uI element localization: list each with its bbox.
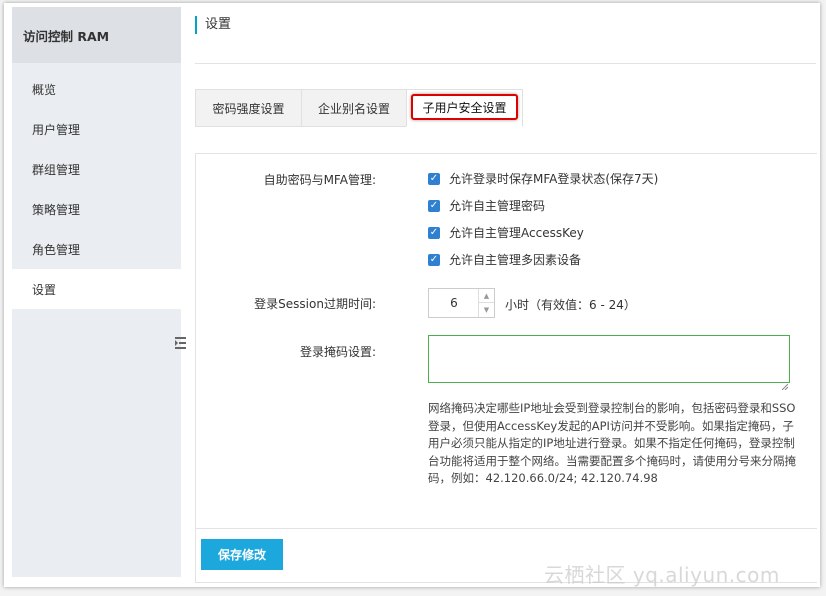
tab-enterprise-alias[interactable]: 企业别名设置 [301, 89, 406, 127]
login-mask-input[interactable] [428, 335, 790, 383]
main-content: 设置 密码强度设置 企业别名设置 子用户安全设置 自助密码与MFA管理: ✓ 允… [181, 3, 820, 587]
checkbox-checked-icon[interactable]: ✓ [428, 226, 440, 239]
checkbox-checked-icon[interactable]: ✓ [428, 172, 440, 185]
stepper-buttons: ▲ ▼ [478, 289, 494, 317]
header-divider [195, 63, 816, 64]
tab-bar: 密码强度设置 企业别名设置 子用户安全设置 [195, 89, 523, 127]
option-manage-accesskey[interactable]: ✓ 允许自主管理AccessKey [428, 224, 584, 241]
option-label: 允许自主管理密码 [449, 199, 546, 213]
resize-grip-icon[interactable] [781, 375, 789, 391]
checkbox-checked-icon[interactable]: ✓ [428, 199, 440, 212]
option-save-mfa-state[interactable]: ✓ 允许登录时保存MFA登录状态(保存7天) [428, 170, 658, 187]
watermark: 云栖社区 yq.aliyun.com [544, 563, 780, 587]
tab-highlight-box: 子用户安全设置 [411, 94, 518, 120]
session-value[interactable]: 6 [429, 289, 479, 317]
option-manage-mfa-device[interactable]: ✓ 允许自主管理多因素设备 [428, 251, 581, 268]
app-window: 访问控制 RAM 概览 用户管理 群组管理 策略管理 角色管理 设置 设置 密码… [4, 3, 820, 587]
sidebar-item-overview[interactable]: 概览 [12, 69, 181, 109]
session-unit: 小时（有效值：6 - 24） [505, 298, 636, 312]
mfa-label: 自助密码与MFA管理: [263, 173, 376, 187]
checkbox-checked-icon[interactable]: ✓ [428, 253, 440, 266]
tab-subuser-security[interactable]: 子用户安全设置 [406, 89, 523, 127]
sidebar-item-groups[interactable]: 群组管理 [12, 149, 181, 189]
sidebar-item-settings[interactable]: 设置 [12, 269, 181, 309]
sidebar: 访问控制 RAM 概览 用户管理 群组管理 策略管理 角色管理 设置 [12, 7, 186, 577]
sidebar-nav: 概览 用户管理 群组管理 策略管理 角色管理 设置 [12, 69, 181, 309]
sidebar-item-policies[interactable]: 策略管理 [12, 189, 181, 229]
page-title: 设置 [195, 16, 231, 34]
sidebar-item-users[interactable]: 用户管理 [12, 109, 181, 149]
sidebar-title: 访问控制 RAM [12, 7, 181, 63]
sidebar-item-roles[interactable]: 角色管理 [12, 229, 181, 269]
save-button[interactable]: 保存修改 [201, 539, 283, 570]
settings-panel: 自助密码与MFA管理: ✓ 允许登录时保存MFA登录状态(保存7天) ✓ 允许自… [195, 153, 817, 583]
option-label: 允许登录时保存MFA登录状态(保存7天) [449, 172, 659, 186]
option-label: 允许自主管理多因素设备 [449, 253, 582, 267]
session-label: 登录Session过期时间: [254, 297, 376, 311]
session-stepper[interactable]: 6 ▲ ▼ [428, 288, 495, 318]
option-manage-password[interactable]: ✓ 允许自主管理密码 [428, 197, 545, 214]
tab-password-strength[interactable]: 密码强度设置 [195, 89, 301, 127]
option-label: 允许自主管理AccessKey [449, 226, 584, 240]
mask-label: 登录掩码设置: [299, 345, 376, 359]
mask-help-text: 网络掩码决定哪些IP地址会受到登录控制台的影响，包括密码登录和SSO登录，但使用… [428, 401, 796, 485]
footer-divider [196, 528, 817, 529]
stepper-up-icon[interactable]: ▲ [479, 289, 494, 303]
stepper-down-icon[interactable]: ▼ [479, 303, 494, 317]
